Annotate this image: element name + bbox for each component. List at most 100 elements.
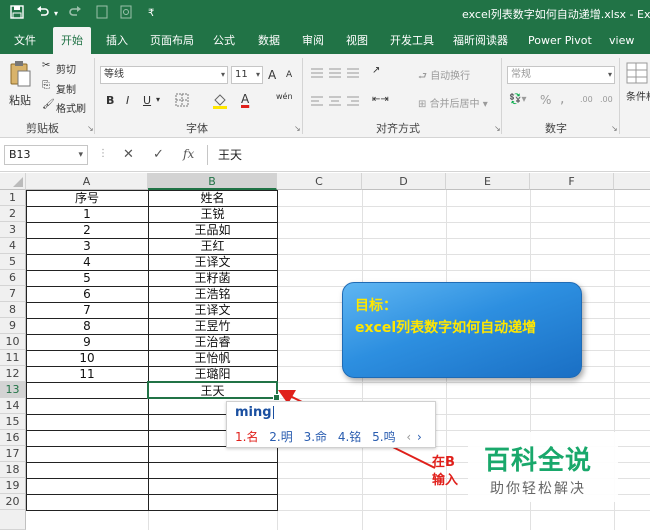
row-header[interactable]: 10 — [0, 334, 26, 350]
row-header[interactable]: 11 — [0, 350, 26, 366]
row-header[interactable]: 19 — [0, 478, 26, 494]
ime-candidate-popup[interactable]: ming 1.名 2.明 3.命 4.铭 5.鸣 ‹ › — [226, 401, 436, 448]
print-preview-icon[interactable] — [120, 5, 132, 23]
name-box[interactable]: B13 ▾ — [4, 145, 88, 165]
insert-function-button[interactable]: fx — [183, 147, 194, 161]
tab-insert[interactable]: 插入 — [106, 27, 128, 54]
column-header-f[interactable]: F — [530, 173, 614, 190]
formula-input[interactable]: 王天 — [207, 145, 650, 165]
bold-button[interactable]: B — [106, 94, 114, 107]
number-format-combo[interactable]: 常规 ▾ — [507, 66, 615, 84]
table-cell[interactable]: 王怡帆 — [148, 350, 277, 366]
column-header-c[interactable]: C — [277, 173, 362, 190]
conditional-format-button[interactable]: 条件格 — [626, 88, 650, 103]
row-header[interactable]: 17 — [0, 446, 26, 462]
alignment-launcher-icon[interactable]: ↘ — [494, 124, 501, 133]
ime-candidate[interactable]: 3.命 — [304, 430, 327, 444]
italic-button[interactable]: I — [126, 94, 129, 107]
table-cell[interactable]: 王译文 — [148, 302, 277, 318]
comma-button[interactable]: , — [560, 91, 564, 107]
row-header[interactable]: 2 — [0, 206, 26, 222]
row-header[interactable]: 15 — [0, 414, 26, 430]
row-header[interactable]: 20 — [0, 494, 26, 510]
accounting-icon[interactable]: 💱▾ — [509, 94, 526, 105]
table-cell[interactable]: 王昱竹 — [148, 318, 277, 334]
table-cell[interactable]: 王治睿 — [148, 334, 277, 350]
tab-page-layout[interactable]: 页面布局 — [150, 27, 194, 54]
row-header[interactable]: 1 — [0, 190, 26, 206]
column-header-d[interactable]: D — [362, 173, 446, 190]
table-cell[interactable]: 4 — [26, 254, 148, 270]
align-left-icon[interactable] — [310, 94, 362, 111]
column-header-g[interactable] — [614, 173, 650, 190]
tab-view[interactable]: 视图 — [346, 27, 368, 54]
row-header[interactable]: 4 — [0, 238, 26, 254]
format-painter-button[interactable]: 格式刷 — [56, 100, 86, 115]
table-cell[interactable]: 10 — [26, 350, 148, 366]
table-cell[interactable]: 王品如 — [148, 222, 277, 238]
font-launcher-icon[interactable]: ↘ — [294, 124, 301, 133]
column-header-a[interactable]: A — [26, 173, 148, 190]
tab-foxit[interactable]: 福昕阅读器 — [453, 27, 508, 54]
row-header[interactable]: 7 — [0, 286, 26, 302]
indent-icon[interactable]: ⇤⇥ — [372, 94, 389, 105]
increase-decimal-button[interactable]: .00 — [580, 95, 593, 104]
tab-developer[interactable]: 开发工具 — [390, 27, 434, 54]
undo-icon[interactable] — [36, 5, 50, 23]
redo-icon[interactable] — [68, 5, 82, 23]
phonetic-button[interactable]: wén — [276, 92, 293, 101]
font-name-combo[interactable]: 等线 ▾ — [100, 66, 228, 84]
row-header[interactable]: 3 — [0, 222, 26, 238]
row-header[interactable]: 5 — [0, 254, 26, 270]
ime-next-button[interactable]: › — [417, 430, 422, 444]
table-cell[interactable]: 7 — [26, 302, 148, 318]
orientation-icon[interactable]: ↗ — [372, 65, 380, 76]
chevron-down-icon[interactable]: ▾ — [156, 95, 160, 104]
copy-button[interactable]: 复制 — [56, 81, 76, 96]
table-cell[interactable]: 2 — [26, 222, 148, 238]
underline-button[interactable]: U — [143, 94, 151, 107]
shrink-font-button[interactable]: A — [286, 70, 292, 80]
row-header[interactable]: 8 — [0, 302, 26, 318]
conditional-format-icon[interactable] — [626, 62, 648, 87]
paste-icon[interactable] — [9, 60, 31, 91]
save-icon[interactable] — [10, 5, 24, 23]
wrap-text-button[interactable]: ⮐ 自动换行 — [418, 67, 470, 86]
customize-icon[interactable]: ₹ — [148, 8, 154, 19]
font-color-button[interactable]: A — [241, 92, 249, 106]
touch-mode-icon[interactable] — [96, 5, 108, 23]
font-size-combo[interactable]: 11 ▾ — [231, 66, 263, 84]
row-header[interactable]: 6 — [0, 270, 26, 286]
row-header[interactable]: 12 — [0, 366, 26, 382]
align-top-icon[interactable] — [310, 66, 362, 83]
tab-file[interactable]: 文件 — [14, 27, 36, 54]
table-cell[interactable]: 王璐阳 — [148, 366, 277, 382]
paste-button[interactable]: 粘贴 — [9, 92, 31, 108]
ime-candidate[interactable]: 5.鸣 — [372, 430, 395, 444]
format-painter-icon[interactable]: 🖌 — [42, 99, 55, 110]
borders-icon[interactable] — [175, 93, 189, 110]
table-cell[interactable]: 8 — [26, 318, 148, 334]
undo-dropdown-icon[interactable]: ▾ — [54, 9, 58, 18]
copy-icon[interactable]: ⎘ — [42, 80, 50, 91]
column-header-b[interactable]: B — [148, 173, 277, 190]
table-cell[interactable]: 3 — [26, 238, 148, 254]
row-header[interactable]: 18 — [0, 462, 26, 478]
tab-formulas[interactable]: 公式 — [213, 27, 235, 54]
active-cell-b13[interactable]: 王天 — [147, 381, 280, 401]
select-all-corner[interactable] — [0, 173, 26, 190]
row-header[interactable]: 14 — [0, 398, 26, 414]
table-cell[interactable]: 9 — [26, 334, 148, 350]
number-launcher-icon[interactable]: ↘ — [611, 124, 618, 133]
table-cell[interactable]: 11 — [26, 366, 148, 382]
table-cell[interactable]: 1 — [26, 206, 148, 222]
cut-icon[interactable]: ✂ — [42, 60, 50, 71]
table-cell[interactable]: 王锐 — [148, 206, 277, 222]
tab-review[interactable]: 审阅 — [302, 27, 324, 54]
grow-font-button[interactable]: A — [268, 68, 276, 82]
cell-b1[interactable]: 姓名 — [148, 190, 277, 206]
merge-center-button[interactable]: ⊞ 合并后居中 ▾ — [418, 95, 488, 110]
cancel-entry-button[interactable]: ✕ — [123, 147, 134, 162]
decrease-decimal-button[interactable]: .00 — [600, 95, 613, 104]
ime-candidate[interactable]: 1.名 — [235, 430, 258, 444]
